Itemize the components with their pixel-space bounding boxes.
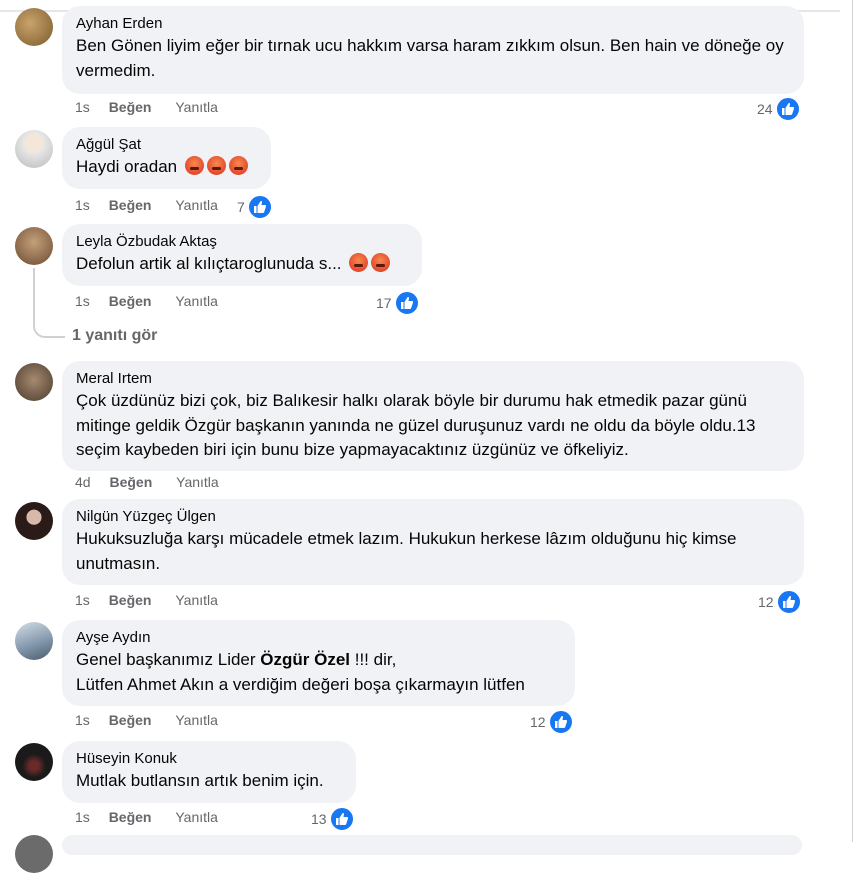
comment-author[interactable]: Nilgün Yüzgeç Ülgen — [76, 507, 790, 527]
avatar[interactable] — [15, 743, 53, 781]
comment-text-line2: Lütfen Ahmet Akın a verdiğim değeri boşa… — [76, 674, 525, 694]
reply-button[interactable]: Yanıtla — [175, 99, 218, 115]
comment-bubble: Ağgül Şat Haydi oradan — [62, 127, 271, 189]
comment-time[interactable]: 1s — [75, 809, 90, 825]
reply-thread-line — [33, 268, 65, 338]
reaction-number: 24 — [757, 101, 773, 117]
comment-time[interactable]: 1s — [75, 592, 90, 608]
comment-time[interactable]: 4d — [75, 474, 91, 490]
comment-time[interactable]: 1s — [75, 712, 90, 728]
comment-actions: 1s Beğen Yanıtla — [75, 293, 218, 309]
comment-actions: 1s Beğen Yanıtla — [75, 99, 218, 115]
reaction-count[interactable]: 13 — [311, 806, 355, 832]
reaction-count[interactable]: 12 — [530, 709, 574, 735]
avatar[interactable] — [15, 227, 53, 265]
avatar[interactable] — [15, 835, 53, 873]
comment-actions: 1s Beğen Yanıtla — [75, 712, 218, 728]
reaction-count[interactable]: 12 — [758, 589, 802, 615]
angry-face-emoji-icon — [228, 156, 248, 175]
comment-text: Mutlak butlansın artık benim için. — [76, 771, 324, 790]
like-button[interactable]: Beğen — [109, 809, 152, 825]
comment-actions: 1s Beğen Yanıtla — [75, 809, 218, 825]
scrollbar-track[interactable] — [852, 0, 853, 842]
like-button[interactable]: Beğen — [109, 592, 152, 608]
comment-actions: 4d Beğen Yanıtla — [75, 474, 219, 490]
reply-button[interactable]: Yanıtla — [176, 474, 219, 490]
comment-actions: 1s Beğen Yanıtla — [75, 592, 218, 608]
reaction-number: 17 — [376, 295, 392, 311]
comment-author[interactable]: Ayşe Aydın — [76, 628, 561, 648]
like-button[interactable]: Beğen — [109, 197, 152, 213]
like-reaction-icon — [246, 194, 273, 220]
comment-bubble: Leyla Özbudak Aktaş Defolun artik al kıl… — [62, 224, 422, 286]
avatar[interactable] — [15, 130, 53, 168]
like-reaction-icon — [774, 96, 801, 122]
comment-text-part: Genel başkanımız Lider — [76, 650, 261, 669]
comment-author[interactable]: Ayhan Erden — [76, 14, 790, 34]
comment-text: Çok üzdünüz bizi çok, biz Balıkesir halk… — [76, 391, 756, 459]
comment-text: Defolun artik al kılıçtaroglunuda s... — [76, 254, 342, 273]
reaction-number: 7 — [237, 199, 245, 215]
reaction-count[interactable]: 17 — [376, 290, 420, 316]
reaction-number: 12 — [758, 594, 774, 610]
reply-button[interactable]: Yanıtla — [175, 197, 218, 213]
comment-author[interactable]: Hüseyin Konuk — [76, 749, 342, 769]
reply-button[interactable]: Yanıtla — [175, 592, 218, 608]
comment-bubble: Ayşe Aydın Genel başkanımız Lider Özgür … — [62, 620, 575, 706]
comment-bubble-partial — [62, 835, 802, 855]
comment-bubble: Nilgün Yüzgeç Ülgen Hukuksuzluğa karşı m… — [62, 499, 804, 585]
comment-text: Haydi oradan — [76, 157, 178, 176]
avatar[interactable] — [15, 622, 53, 660]
like-button[interactable]: Beğen — [109, 293, 152, 309]
comment-text: Ben Gönen liyim eğer bir tırnak ucu hakk… — [76, 36, 784, 80]
reply-button[interactable]: Yanıtla — [175, 712, 218, 728]
comment-bubble: Meral Irtem Çok üzdünüz bizi çok, biz Ba… — [62, 361, 804, 471]
comment-bubble: Ayhan Erden Ben Gönen liyim eğer bir tır… — [62, 6, 804, 94]
comment-time[interactable]: 1s — [75, 197, 90, 213]
like-button[interactable]: Beğen — [109, 712, 152, 728]
like-button[interactable]: Beğen — [109, 474, 152, 490]
avatar[interactable] — [15, 8, 53, 46]
like-reaction-icon — [547, 709, 574, 735]
comment-text-row: Defolun artik al kılıçtaroglunuda s... — [76, 252, 408, 277]
mentioned-name[interactable]: Özgür Özel — [260, 650, 350, 669]
avatar[interactable] — [15, 363, 53, 401]
like-reaction-icon — [393, 290, 420, 316]
reaction-number: 12 — [530, 714, 546, 730]
reaction-number: 13 — [311, 811, 327, 827]
comment-actions: 1s Beğen Yanıtla — [75, 197, 218, 213]
reply-button[interactable]: Yanıtla — [175, 293, 218, 309]
comment-time[interactable]: 1s — [75, 99, 90, 115]
comment-text-part: !!! dir, — [350, 650, 397, 669]
like-button[interactable]: Beğen — [109, 99, 152, 115]
comment-text: Hukuksuzluğa karşı mücadele etmek lazım.… — [76, 529, 737, 573]
reaction-count[interactable]: 24 — [757, 96, 801, 122]
angry-face-emoji-icon — [184, 156, 204, 175]
angry-face-emoji-icon — [206, 156, 226, 175]
reply-button[interactable]: Yanıtla — [175, 809, 218, 825]
comment-text-row: Haydi oradan — [76, 155, 257, 180]
like-reaction-icon — [328, 806, 355, 832]
comment-author[interactable]: Ağgül Şat — [76, 135, 257, 155]
like-reaction-icon — [775, 589, 802, 615]
comment-text-line1: Genel başkanımız Lider Özgür Özel !!! di… — [76, 648, 561, 673]
angry-face-emoji-icon — [371, 253, 391, 272]
avatar[interactable] — [15, 502, 53, 540]
comment-time[interactable]: 1s — [75, 293, 90, 309]
angry-face-emoji-icon — [349, 253, 369, 272]
see-replies-link[interactable]: 1 yanıtı gör — [72, 327, 157, 345]
reaction-count[interactable]: 7 — [237, 194, 273, 220]
comment-author[interactable]: Meral Irtem — [76, 369, 790, 389]
comment-author[interactable]: Leyla Özbudak Aktaş — [76, 232, 408, 252]
comment-bubble: Hüseyin Konuk Mutlak butlansın artık ben… — [62, 741, 356, 803]
